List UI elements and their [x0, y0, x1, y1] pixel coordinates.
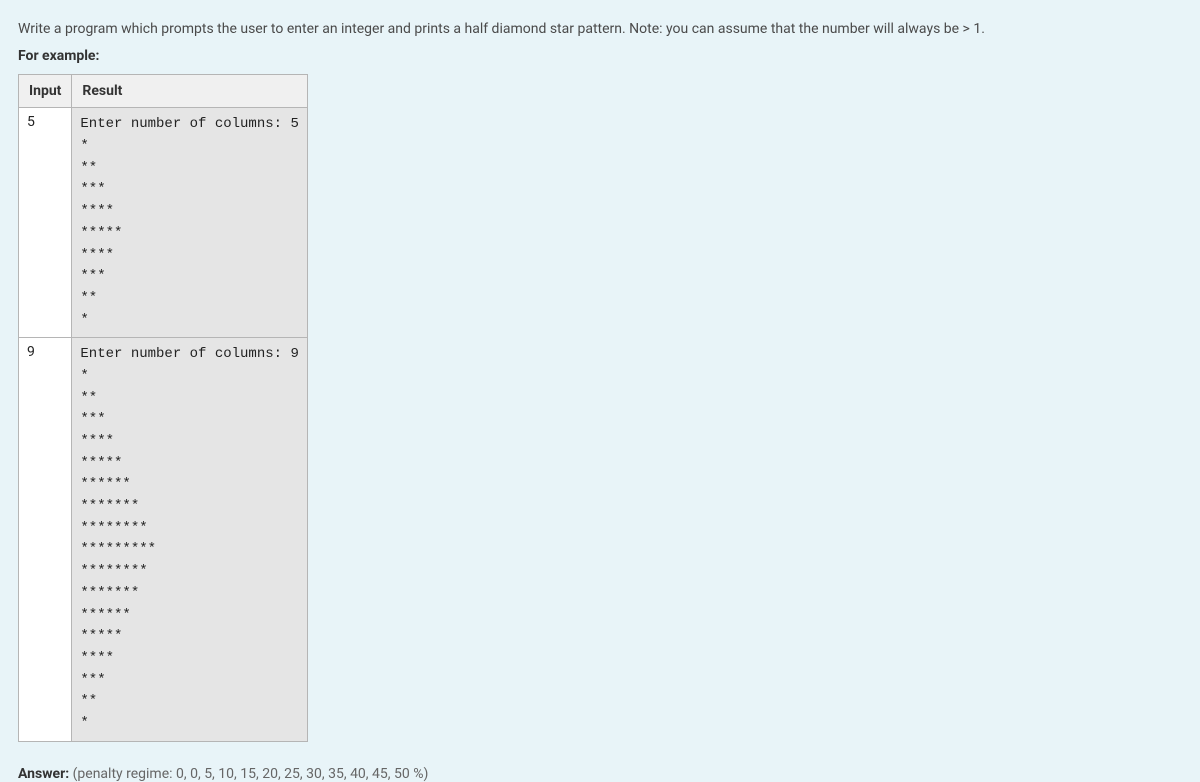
answer-section: Answer: (penalty regime: 0, 0, 5, 10, 15…: [18, 766, 1182, 782]
example-table: Input Result 5 Enter number of columns: …: [18, 74, 308, 741]
answer-label: Answer:: [18, 766, 69, 782]
table-cell-input: 9: [19, 338, 72, 741]
table-cell-result: Enter number of columns: 5 * ** *** ****…: [72, 108, 307, 338]
question-text: Write a program which prompts the user t…: [18, 18, 1182, 40]
penalty-regime: (penalty regime: 0, 0, 5, 10, 15, 20, 25…: [73, 766, 429, 782]
result-output: Enter number of columns: 5 * ** *** ****…: [80, 114, 298, 331]
result-output: Enter number of columns: 9 * ** *** ****…: [80, 344, 298, 734]
table-header-row: Input Result: [19, 75, 308, 108]
table-header-input: Input: [19, 75, 72, 108]
table-cell-result: Enter number of columns: 9 * ** *** ****…: [72, 338, 307, 741]
table-row: 9 Enter number of columns: 9 * ** *** **…: [19, 338, 308, 741]
example-label: For example:: [18, 48, 1182, 64]
table-header-result: Result: [72, 75, 307, 108]
table-cell-input: 5: [19, 108, 72, 338]
table-row: 5 Enter number of columns: 5 * ** *** **…: [19, 108, 308, 338]
